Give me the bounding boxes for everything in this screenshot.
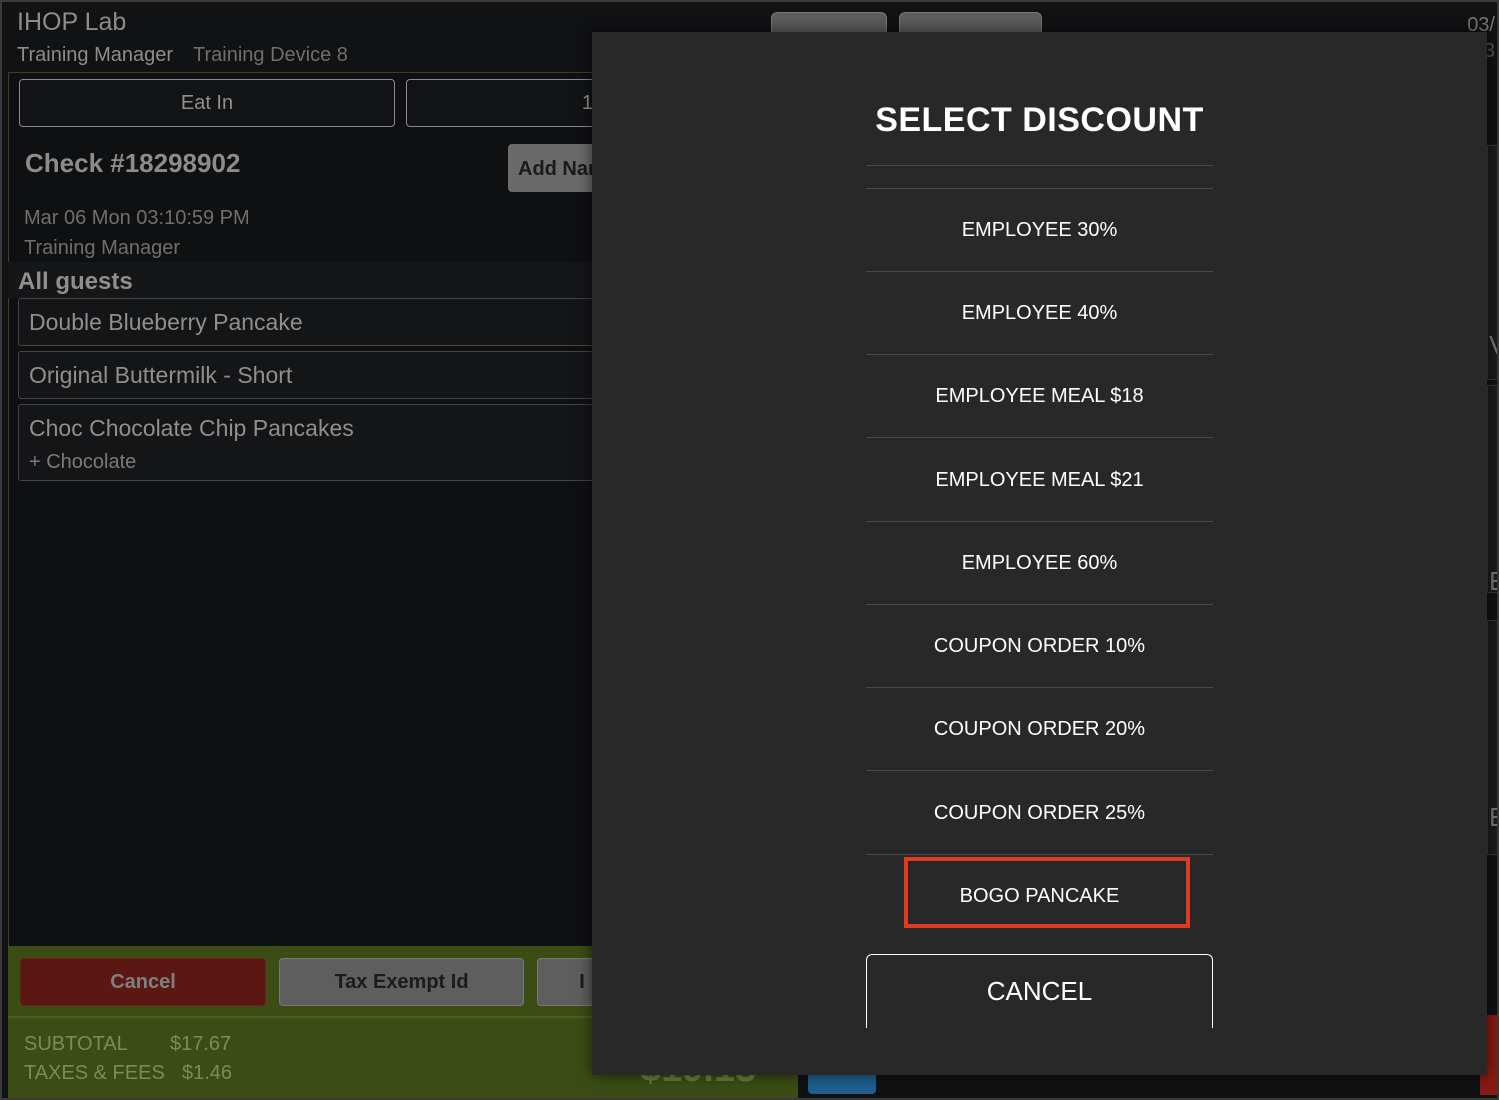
dialog-divider	[866, 165, 1213, 166]
app-title: IHOP Lab	[17, 8, 127, 36]
subtotal-value: $17.67	[170, 1033, 232, 1055]
right-menu-tile-label: V	[1489, 330, 1499, 360]
header-device: Training Device 8	[193, 44, 348, 66]
right-menu-tile[interactable]	[1487, 385, 1499, 593]
header-user: Training Manager	[17, 44, 174, 66]
discount-option-coupon-10[interactable]: COUPON ORDER 10%	[866, 605, 1213, 687]
check-date: Mar 06 Mon 03:10:59 PM	[24, 207, 250, 229]
discount-option-employee-60[interactable]: EMPLOYEE 60%	[866, 522, 1213, 604]
dialog-cancel-button[interactable]: CANCEL	[866, 954, 1213, 1028]
dialog-divider	[866, 770, 1213, 771]
order-item[interactable]: Choc Chocolate Chip Pancakes + Chocolate	[18, 404, 618, 481]
order-item-name: Original Buttermilk - Short	[29, 362, 293, 388]
cancel-order-button[interactable]: Cancel	[20, 958, 266, 1006]
order-item[interactable]: Original Buttermilk - Short	[18, 351, 618, 399]
dialog-divider	[866, 437, 1213, 438]
discount-option-coupon-20[interactable]: COUPON ORDER 20%	[866, 688, 1213, 770]
dialog-title: SELECT DISCOUNT	[875, 101, 1204, 139]
right-menu-tile-label: E	[1489, 802, 1499, 832]
subtotal-label: SUBTOTAL	[24, 1033, 128, 1055]
check-server: Training Manager	[24, 237, 181, 259]
discount-option-bogo-pancake[interactable]: BOGO PANCAKE	[866, 855, 1213, 937]
tax-exempt-button[interactable]: Tax Exempt Id	[279, 958, 524, 1006]
taxes-value: $1.46	[182, 1062, 233, 1084]
order-item[interactable]: Double Blueberry Pancake	[18, 298, 618, 346]
discount-option-coupon-25[interactable]: COUPON ORDER 25%	[866, 772, 1213, 854]
header-tab-check[interactable]	[771, 12, 887, 34]
check-number: Check #18298902	[25, 148, 241, 178]
discount-option-employee-30[interactable]: EMPLOYEE 30%	[866, 189, 1213, 271]
discount-option-employee-meal-18[interactable]: EMPLOYEE MEAL $18	[866, 355, 1213, 437]
guest-count-button[interactable]: 1	[406, 79, 606, 127]
guests-label: All guests	[18, 268, 133, 295]
pay-tab[interactable]	[808, 1074, 876, 1094]
order-item-modifier: + Chocolate	[29, 451, 137, 473]
order-item-name: Double Blueberry Pancake	[29, 309, 303, 335]
right-menu-tile-label: E	[1489, 566, 1499, 596]
discount-option-employee-40[interactable]: EMPLOYEE 40%	[866, 272, 1213, 354]
header-tab-functions[interactable]	[899, 12, 1042, 34]
order-item-name: Choc Chocolate Chip Pancakes	[29, 415, 354, 441]
discount-option-employee-meal-21[interactable]: EMPLOYEE MEAL $21	[866, 439, 1213, 521]
taxes-label: TAXES & FEES	[24, 1062, 165, 1084]
order-type-button[interactable]: Eat In	[19, 79, 395, 127]
